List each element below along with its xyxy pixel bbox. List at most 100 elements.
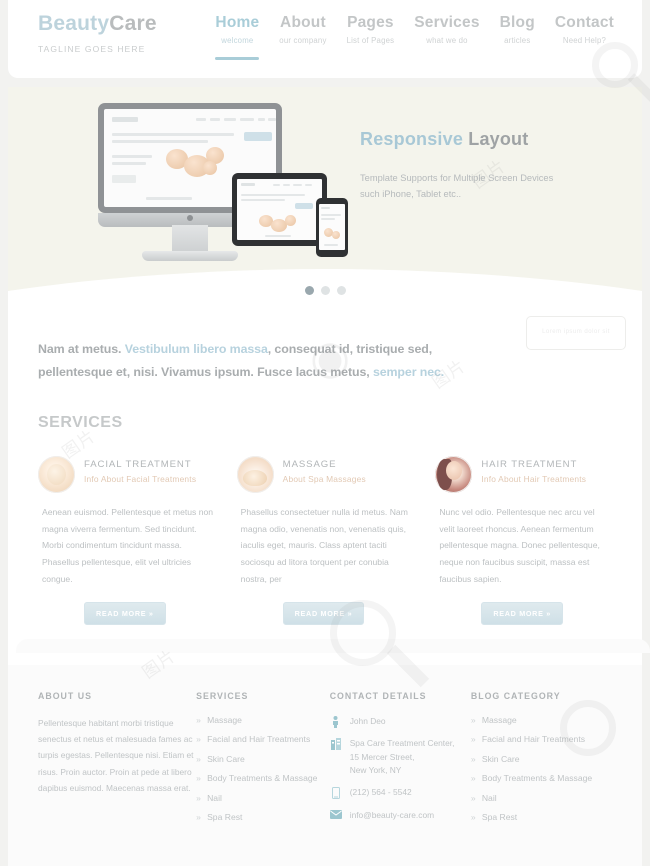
nav-label: Services [414, 14, 480, 31]
facial-treatment-avatar [38, 455, 75, 493]
imac-stand-neck [172, 225, 208, 253]
intro-side-button[interactable]: Lorem ipsum dolor sit [526, 316, 626, 350]
chevron-right-icon: » [196, 792, 201, 803]
service-card-header: FACIAL TREATMENT Info About Facial Treat… [38, 455, 215, 493]
hero-subtitle: Template Supports for Multiple Screen De… [360, 170, 610, 203]
site-footer: ABOUT US Pellentesque habitant morbi tri… [8, 664, 642, 866]
list-item-label: Spa Rest [481, 812, 518, 823]
read-more-button[interactable]: READ MORE » [481, 601, 563, 625]
list-item-label: Nail [207, 792, 222, 803]
hero-slider: Responsive Layout Template Supports for … [8, 87, 642, 302]
chevron-right-icon: » [470, 714, 476, 725]
hero-title-rest: Layout [463, 129, 529, 149]
hero-subtitle-line-2: such iPhone, Tablet etc.. [360, 189, 462, 200]
logo-primary: Beauty [38, 12, 110, 35]
nav-sublabel: Need Help? [562, 36, 607, 45]
service-body: Phasellus consectetuer nulla id metus. N… [240, 506, 408, 584]
list-item[interactable]: » Skin Care [471, 754, 612, 764]
contact-phone[interactable]: (212) 564 - 5542 [350, 786, 412, 799]
service-card-header: MASSAGE About Spa Massages [236, 455, 414, 493]
nav-item-services[interactable]: Services what we do [404, 14, 489, 45]
footer-services-heading: SERVICES [196, 690, 249, 701]
services-columns: FACIAL TREATMENT Info About Facial Treat… [38, 455, 612, 625]
service-title: FACIAL TREATMENT [84, 458, 192, 470]
list-item-label: Spa Rest [207, 812, 243, 823]
footer-services-list: » Massage » Facial and Hair Treatments » Sk… [196, 715, 330, 823]
intro-paragraph: Nam at metus. Vestibulum libero massa, c… [38, 338, 508, 384]
footer-top-rounded-edge [16, 639, 650, 653]
footer-about-heading: ABOUT US [38, 690, 92, 701]
nav-item-pages[interactable]: Pages List of Pages [337, 14, 405, 45]
list-item[interactable]: » Spa Rest [196, 812, 330, 822]
hair-treatment-avatar [435, 455, 473, 493]
read-more-button[interactable]: READ MORE » [282, 601, 365, 625]
active-nav-underline [215, 57, 260, 60]
hero-subtitle-line-1: Template Supports for Multiple Screen De… [360, 173, 554, 183]
ipad-mockup [232, 173, 327, 246]
list-item-label: Massage [207, 714, 242, 725]
nav-sublabel: articles [504, 36, 531, 45]
site-header: BeautyCare TAGLINE GOES HERE Home welcom… [8, 0, 642, 78]
logo-secondary: Care [109, 12, 157, 35]
intro-part-1: Nam at metus. [38, 342, 125, 356]
footer-contact-column: CONTACT DETAILS John Deo Spa Care Treatm… [329, 691, 471, 832]
slider-dot-3[interactable] [336, 286, 346, 295]
list-item[interactable]: » Facial and Hair Treatments [471, 734, 612, 744]
nav-item-about[interactable]: About our company [269, 14, 336, 45]
slider-dot-1[interactable] [304, 286, 314, 295]
nav-item-home[interactable]: Home welcome [205, 14, 269, 60]
phone-icon [330, 786, 342, 800]
service-card-hair: HAIR TREATMENT Info About Hair Treatment… [435, 455, 612, 625]
device-mockup-image [80, 99, 370, 274]
nav-label: Blog [499, 14, 535, 31]
list-item-label: Facial and Hair Treatments [481, 734, 586, 745]
chevron-right-icon: » [470, 734, 476, 745]
list-item[interactable]: » Spa Rest [471, 812, 612, 822]
address-line-2: 15 Mercer Street, [349, 751, 415, 762]
list-item-label: Body Treatments & Massage [481, 773, 593, 784]
page-wrapper: BeautyCare TAGLINE GOES HERE Home welcom… [8, 0, 650, 866]
service-subtitle: Info About Hair Treatments [481, 473, 587, 484]
service-title: HAIR TREATMENT [481, 458, 578, 470]
logo[interactable]: BeautyCare TAGLINE GOES HERE [38, 12, 157, 54]
footer-about-text: Pellentesque habitant morbi tristique se… [38, 717, 194, 794]
list-item-label: Skin Care [207, 753, 245, 764]
intro-highlight-1[interactable]: Vestibulum libero massa [125, 342, 268, 356]
list-item[interactable]: » Massage [471, 715, 612, 725]
list-item-label: Massage [481, 714, 517, 725]
list-item[interactable]: » Nail [196, 793, 330, 803]
apple-logo-icon [187, 215, 193, 221]
list-item-label: Body Treatments & Massage [207, 773, 318, 784]
nav-sublabel: List of Pages [346, 36, 395, 45]
nav-label: Home [215, 14, 260, 31]
contact-email-row: info@beauty-care.com [329, 809, 471, 822]
list-item[interactable]: » Facial and Hair Treatments [196, 734, 330, 744]
read-more-button[interactable]: READ MORE » [84, 601, 166, 625]
footer-about-column: ABOUT US Pellentesque habitant morbi tri… [38, 691, 196, 832]
contact-address-row: Spa Care Treatment Center, 15 Mercer Str… [330, 737, 471, 777]
service-card-header: HAIR TREATMENT Info About Hair Treatment… [435, 455, 612, 493]
service-body: Aenean euismod. Pellentesque et metus no… [42, 506, 214, 584]
services-heading: SERVICES [38, 413, 123, 431]
contact-person-row: John Deo [330, 715, 471, 728]
chevron-right-icon: » [196, 773, 201, 784]
list-item[interactable]: » Body Treatments & Massage [196, 773, 330, 783]
list-item[interactable]: » Massage [196, 715, 330, 725]
main-content: Nam at metus. Vestibulum libero massa, c… [8, 302, 642, 665]
service-body: Nunc vel odio. Pellentesque nec arcu vel… [439, 506, 600, 584]
intro-highlight-2[interactable]: semper nec. [373, 365, 444, 379]
service-card-facial: FACIAL TREATMENT Info About Facial Treat… [38, 455, 215, 625]
services-section: SERVICES FACIAL TREATMENT Info About Fac… [8, 414, 642, 665]
nav-item-contact[interactable]: Contact Need Help? [545, 14, 624, 45]
nav-item-blog[interactable]: Blog articles [490, 14, 545, 45]
nav-sublabel: welcome [221, 36, 254, 45]
list-item[interactable]: » Nail [471, 793, 612, 803]
person-icon [330, 715, 342, 728]
iphone-mockup [316, 198, 348, 257]
list-item-label: Facial and Hair Treatments [207, 734, 311, 745]
slider-dot-2[interactable] [320, 286, 330, 295]
list-item[interactable]: » Skin Care [196, 754, 330, 764]
list-item[interactable]: » Body Treatments & Massage [471, 773, 612, 783]
contact-email[interactable]: info@beauty-care.com [350, 809, 434, 822]
logo-text: BeautyCare [38, 12, 157, 36]
